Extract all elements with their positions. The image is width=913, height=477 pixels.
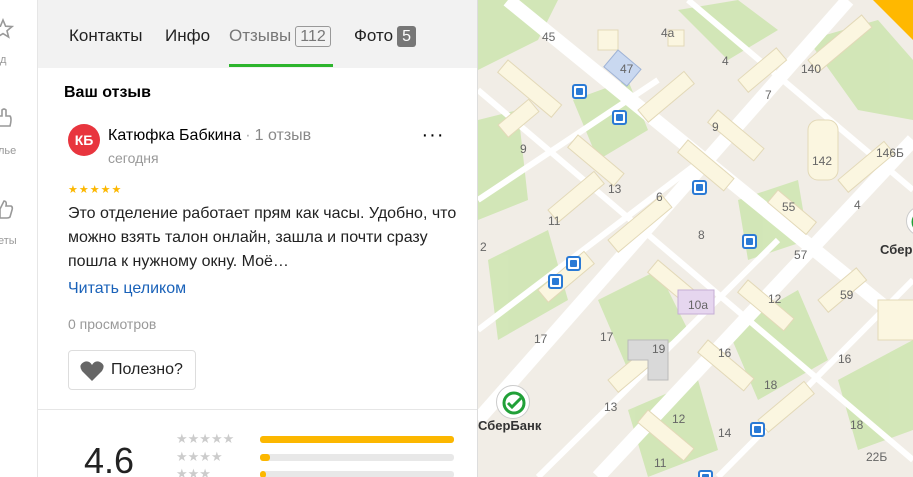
house-number: 59 — [840, 288, 854, 302]
house-number: 140 — [801, 62, 822, 76]
bus-stop-icon[interactable] — [572, 84, 587, 99]
map-canvas[interactable] — [478, 0, 913, 477]
house-number: 18 — [850, 418, 864, 432]
house-number: 16 — [718, 346, 732, 360]
house-number: 22Б — [866, 450, 888, 464]
rail-item-label: д — [0, 54, 7, 66]
rating-bar-track — [260, 454, 454, 461]
house-number: 146Б — [876, 146, 904, 160]
house-number: 10а — [688, 298, 709, 312]
house-number: 7 — [765, 88, 772, 102]
tab-label: Отзывы — [229, 26, 292, 45]
average-rating: 4.6 — [84, 440, 135, 477]
rating-bar-track — [260, 471, 454, 477]
bus-stop-icon[interactable] — [548, 274, 563, 289]
rail-item-3[interactable]: еты — [0, 192, 37, 252]
author-review-count: 1 отзыв — [254, 127, 312, 144]
house-number: 9 — [712, 120, 719, 134]
bus-stop-icon[interactable] — [692, 180, 707, 195]
house-number: 2 — [480, 240, 487, 254]
tab-label: Фото — [354, 26, 394, 45]
left-rail: д лье еты — [0, 0, 38, 477]
author-name[interactable]: Катюфка Бабкина — [108, 127, 241, 144]
tab-photos[interactable]: Фото 5 — [354, 26, 416, 47]
tab-contacts[interactable]: Контакты — [69, 26, 142, 46]
tab-bar: Контакты Инфо Отзывы 112 Фото 5 — [38, 0, 477, 68]
poi-label[interactable]: Сбер — [880, 242, 912, 257]
house-number: 11 — [654, 456, 667, 470]
helpful-button[interactable]: Полезно? — [68, 350, 196, 390]
bus-stop-icon[interactable] — [566, 256, 581, 271]
review-author: Катюфка Бабкина · 1 отзыв — [108, 127, 311, 145]
house-number: 17 — [600, 330, 614, 344]
bus-stop-icon[interactable] — [698, 470, 713, 477]
house-number: 57 — [794, 248, 808, 262]
tab-info[interactable]: Инфо — [165, 26, 210, 46]
house-number: 142 — [812, 154, 833, 168]
thumb-icon — [0, 200, 14, 219]
house-number: 4а — [661, 26, 675, 40]
house-number: 45 — [542, 30, 556, 44]
star-icon — [0, 18, 14, 39]
view-count: 0 просмотров — [68, 316, 157, 332]
house-number: 47 — [620, 62, 634, 76]
separator-dot: · — [245, 127, 251, 144]
house-number: 18 — [764, 378, 778, 392]
bus-stop-icon[interactable] — [742, 234, 757, 249]
rating-bar-fill — [260, 436, 454, 443]
house-number: 12 — [672, 412, 686, 426]
active-tab-indicator — [229, 64, 333, 67]
house-number: 11 — [548, 214, 561, 228]
house-number: 8 — [698, 228, 705, 242]
house-number: 16 — [838, 352, 852, 366]
section-title: Ваш отзыв — [64, 84, 151, 101]
sberbank-logo-icon — [911, 216, 913, 228]
sberbank-poi-marker-right[interactable] — [906, 206, 913, 236]
sberbank-poi-marker[interactable] — [496, 385, 530, 419]
rail-item-label: лье — [0, 145, 17, 157]
helpful-label: Полезно? — [111, 361, 183, 378]
heart-icon — [80, 361, 104, 381]
review-text: Это отделение работает прям как часы. Уд… — [68, 205, 457, 270]
house-number: 6 — [656, 190, 663, 204]
rating-bar-fill — [260, 454, 270, 461]
rating-row-stars: ★★★★★ — [176, 431, 235, 446]
tab-label: Контакты — [69, 26, 143, 45]
more-options-button[interactable]: ··· — [418, 125, 448, 152]
house-number: 19 — [652, 342, 666, 356]
hand-icon — [0, 108, 12, 127]
divider — [38, 409, 477, 410]
bus-stop-icon[interactable] — [612, 110, 627, 125]
read-more-link[interactable]: Читать целиком — [68, 280, 186, 298]
rating-row-stars: ★★★ — [176, 466, 211, 477]
tab-reviews[interactable]: Отзывы 112 — [229, 26, 331, 47]
house-number: 13 — [608, 182, 622, 196]
rating-row-stars: ★★★★ — [176, 449, 223, 464]
bus-stop-icon[interactable] — [750, 422, 765, 437]
avatar[interactable]: КБ — [68, 124, 100, 156]
house-number: 9 — [520, 142, 527, 156]
sberbank-logo-icon — [502, 391, 526, 415]
poi-label[interactable]: СберБанк — [478, 418, 541, 433]
house-number: 4 — [854, 198, 861, 212]
house-number: 55 — [782, 200, 796, 214]
tab-label: Инфо — [165, 26, 211, 45]
rail-item-label: еты — [0, 235, 17, 247]
org-panel: Контакты Инфо Отзывы 112 Фото 5 Ваш отзыв … — [38, 0, 478, 477]
tab-count-badge: 112 — [295, 26, 331, 47]
tab-count-badge: 5 — [397, 26, 416, 47]
house-number: 14 — [718, 426, 732, 440]
rating-bar-fill — [260, 471, 266, 477]
house-number: 12 — [768, 292, 782, 306]
review-date: сегодня — [108, 150, 159, 166]
rail-item-2[interactable]: лье — [0, 100, 37, 160]
map[interactable]: 45 4а 47 4 140 7 9 9 142 146Б 13 6 55 4 … — [478, 0, 913, 477]
house-number: 17 — [534, 332, 548, 346]
house-number: 4 — [722, 54, 729, 68]
review-stars: ★★★★★ — [68, 184, 123, 196]
rating-bar-track — [260, 436, 454, 443]
house-number: 13 — [604, 400, 618, 414]
rail-item-1[interactable]: д — [0, 12, 37, 72]
